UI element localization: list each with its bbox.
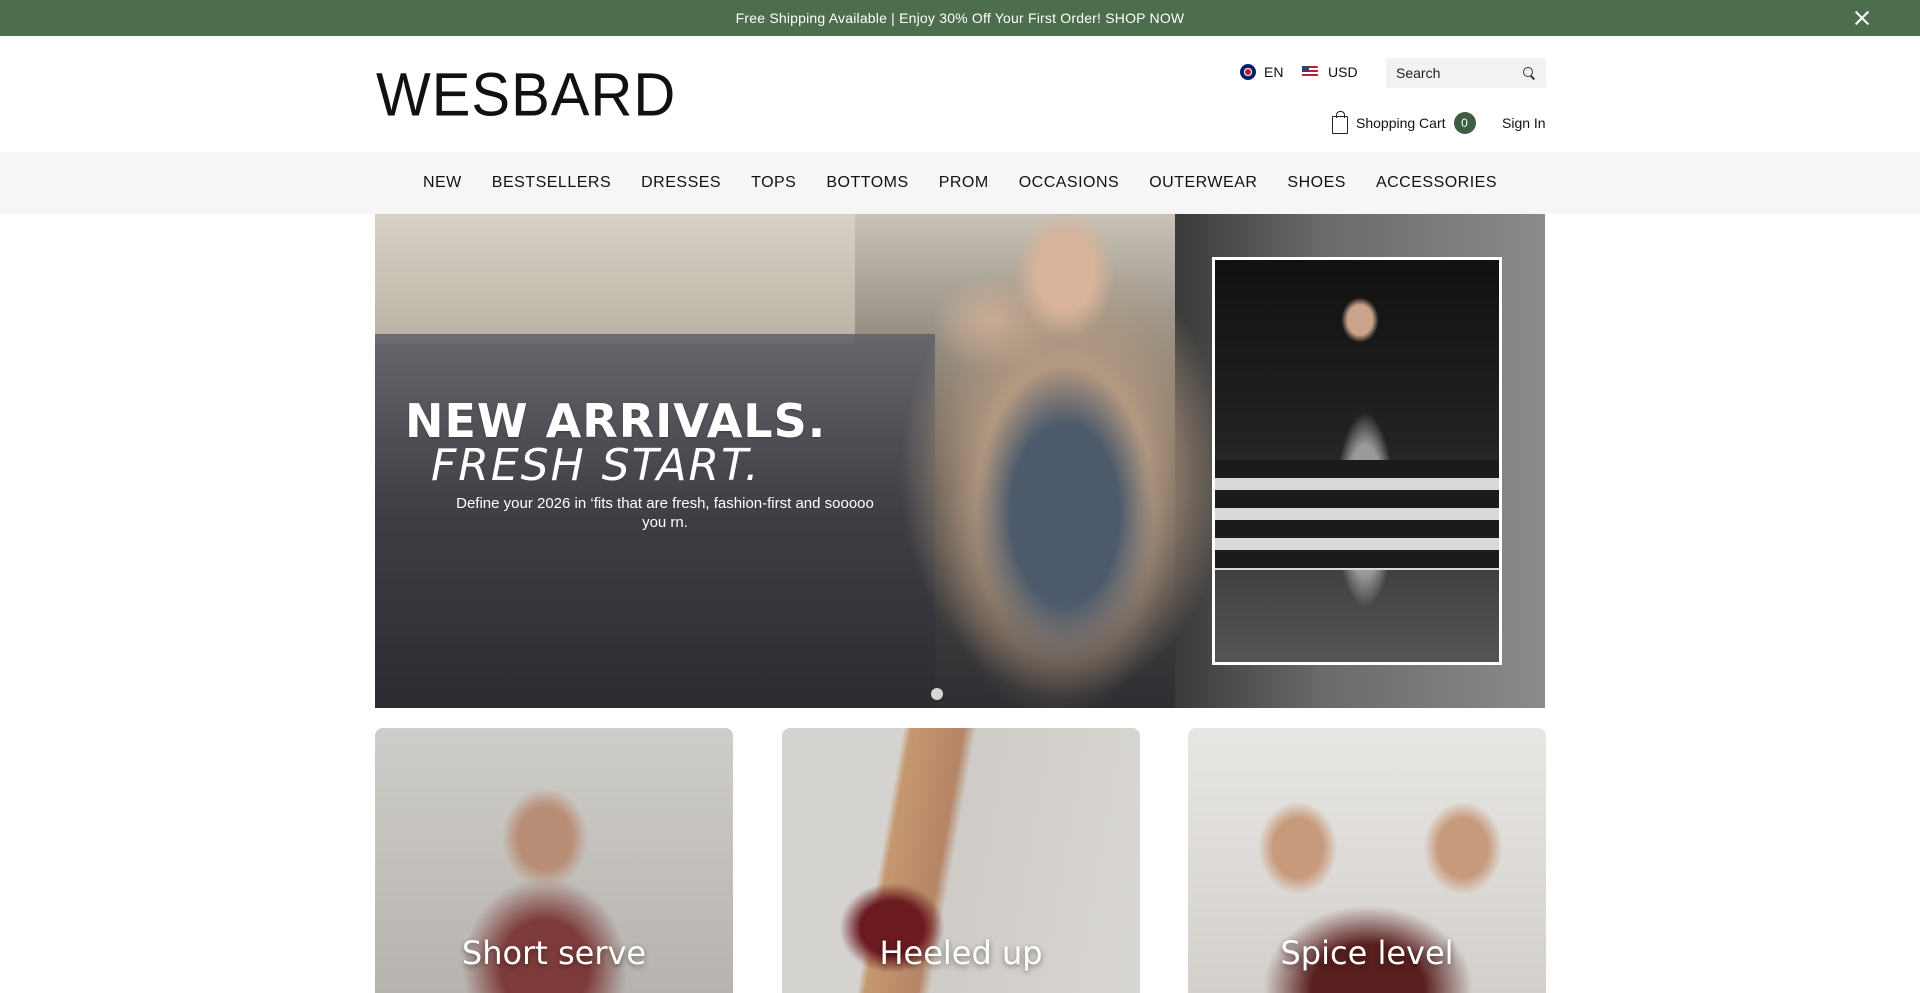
nav-item-bottoms[interactable]: BOTTOMS — [811, 174, 923, 192]
site-logo[interactable]: WESBARD — [376, 60, 676, 130]
category-card-heeled-up[interactable]: Heeled up — [782, 728, 1140, 993]
search-input[interactable] — [1396, 65, 1516, 81]
shopping-bag-icon — [1332, 110, 1348, 134]
card-label: Heeled up — [879, 934, 1043, 972]
hero-background-building — [375, 214, 855, 344]
close-icon[interactable] — [1852, 8, 1872, 28]
currency-selector[interactable]: USD — [1302, 64, 1358, 80]
hero-inset-image — [1212, 257, 1502, 665]
uk-flag-icon — [1240, 64, 1256, 80]
search-box — [1386, 58, 1546, 88]
nav-item-prom[interactable]: PROM — [924, 174, 1004, 192]
nav-item-accessories[interactable]: ACCESSORIES — [1361, 174, 1512, 192]
announcement-bar: Free Shipping Available | Enjoy 30% Off … — [0, 0, 1920, 36]
us-flag-icon — [1302, 66, 1318, 78]
nav-item-occasions[interactable]: OCCASIONS — [1004, 174, 1135, 192]
announcement-text[interactable]: Free Shipping Available | Enjoy 30% Off … — [736, 10, 1185, 26]
nav-item-new[interactable]: NEW — [408, 174, 477, 192]
card-label: Short serve — [461, 934, 647, 972]
sign-in-link[interactable]: Sign In — [1502, 115, 1546, 131]
card-label: Spice level — [1280, 934, 1454, 972]
nav-item-bestsellers[interactable]: BESTSELLERS — [477, 174, 626, 192]
carousel-dot[interactable] — [931, 688, 943, 700]
main-nav: NEW BESTSELLERS DRESSES TOPS BOTTOMS PRO… — [0, 152, 1920, 214]
site-header: WESBARD EN USD Shopping Cart 0 Sign In — [0, 36, 1920, 152]
category-card-spice-level[interactable]: Spice level — [1188, 728, 1546, 993]
cart-label: Shopping Cart — [1356, 115, 1446, 131]
nav-item-outerwear[interactable]: OUTERWEAR — [1134, 174, 1272, 192]
category-card-short-serve[interactable]: Short serve — [375, 728, 733, 993]
language-selector[interactable]: EN — [1240, 64, 1283, 80]
currency-label: USD — [1328, 64, 1358, 80]
nav-item-dresses[interactable]: DRESSES — [626, 174, 736, 192]
search-icon[interactable] — [1522, 66, 1536, 80]
hero-description: Define your 2026 in ‘fits that are fresh… — [456, 495, 874, 531]
hero-subheadline: FRESH START. — [431, 440, 761, 491]
nav-item-tops[interactable]: TOPS — [736, 174, 811, 192]
shopping-cart-link[interactable]: Shopping Cart 0 — [1332, 110, 1476, 134]
hero-banner[interactable]: NEW ARRIVALS. FRESH START. Define your 2… — [375, 214, 1545, 708]
cart-count-badge: 0 — [1453, 112, 1476, 134]
nav-item-shoes[interactable]: SHOES — [1272, 174, 1361, 192]
language-label: EN — [1264, 64, 1284, 80]
